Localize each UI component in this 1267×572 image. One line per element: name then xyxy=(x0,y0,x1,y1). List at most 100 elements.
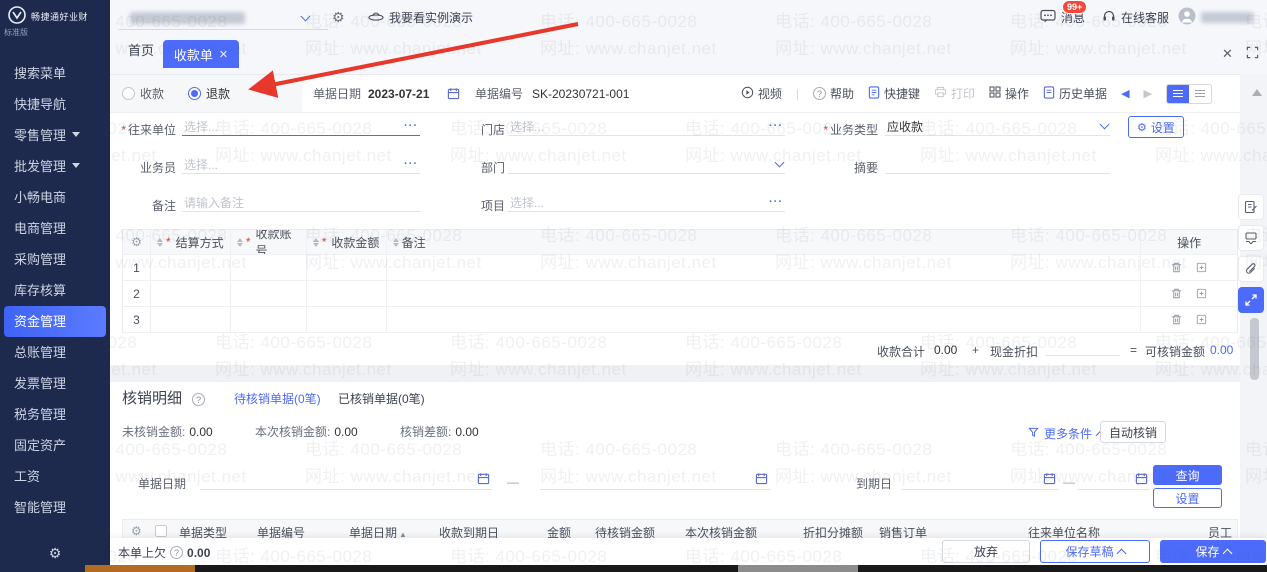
summary-field[interactable] xyxy=(885,155,1110,174)
chevron-down-icon[interactable] xyxy=(774,157,785,168)
history-button[interactable]: 历史单据 xyxy=(1043,85,1107,102)
sort-icon[interactable] xyxy=(392,237,399,247)
tab-home[interactable]: 首页 xyxy=(128,34,154,68)
calendar-icon[interactable] xyxy=(755,472,768,488)
partner-field[interactable]: 选择... ··· xyxy=(182,117,420,136)
cell[interactable] xyxy=(387,255,1142,280)
due-to-field[interactable] xyxy=(1078,471,1150,490)
sidebar-item-xiaochang-ecom[interactable]: 小畅电商 xyxy=(0,182,110,213)
more-icon[interactable]: ··· xyxy=(769,196,783,208)
calendar-icon[interactable] xyxy=(477,472,490,488)
doc-edit-icon[interactable] xyxy=(1238,194,1264,220)
store-field[interactable]: 选择... ··· xyxy=(508,117,785,136)
table-row[interactable]: 3 xyxy=(123,307,1237,333)
messages-button[interactable]: 99+ 消息 xyxy=(1040,0,1088,34)
copy-row-icon[interactable] xyxy=(1195,261,1208,274)
filter-settings-button[interactable]: 设置 xyxy=(1153,488,1222,508)
col-amount[interactable]: 金额 xyxy=(547,524,571,538)
due-from-field[interactable] xyxy=(902,471,1058,490)
radio-off-icon[interactable] xyxy=(122,87,135,100)
question-circle-icon[interactable]: ? xyxy=(192,393,206,406)
more-conditions-toggle[interactable]: 更多条件 xyxy=(1028,425,1106,442)
chevron-down-icon[interactable] xyxy=(300,11,311,22)
radio-refund[interactable]: 退款 xyxy=(188,75,230,112)
col-due-date[interactable]: 收款到期日 xyxy=(439,524,499,538)
fullscreen-icon[interactable] xyxy=(1246,46,1259,61)
col-current-amount[interactable]: 本次核销金额 xyxy=(685,524,757,538)
card-view-icon[interactable] xyxy=(1189,85,1211,103)
list-view-icon[interactable] xyxy=(1167,84,1189,103)
dept-select[interactable] xyxy=(508,155,785,174)
chevron-down-icon[interactable] xyxy=(1099,119,1110,130)
table-row[interactable]: 2 xyxy=(123,281,1237,307)
cell[interactable] xyxy=(307,281,387,306)
biztype-select[interactable]: 应收款 xyxy=(885,117,1110,136)
column-settings-gear-icon[interactable]: ⚙ xyxy=(131,524,142,538)
sort-icon[interactable] xyxy=(236,237,243,247)
tab-pending-writeoff[interactable]: 待核销单据(0笔) xyxy=(234,390,321,407)
trash-icon[interactable] xyxy=(1170,287,1183,300)
video-button[interactable]: 视频 xyxy=(741,85,782,102)
help-button[interactable]: ? 帮助 xyxy=(812,85,854,102)
hotkey-button[interactable]: 快捷键 xyxy=(868,85,920,102)
select-all-checkbox[interactable] xyxy=(155,525,167,537)
sidebar-item-retail-mgmt[interactable]: 零售管理 xyxy=(0,120,110,151)
sort-icon[interactable] xyxy=(312,237,319,247)
doc-date-value[interactable]: 2023-07-21 xyxy=(368,75,429,112)
cell[interactable] xyxy=(387,307,1142,332)
project-field[interactable]: 选择... ··· xyxy=(508,193,785,212)
copy-row-icon[interactable] xyxy=(1195,313,1208,326)
sidebar-settings-gear-icon[interactable]: ⚙ xyxy=(0,545,110,562)
online-service-button[interactable]: 在线客服 xyxy=(1102,0,1169,34)
cell[interactable] xyxy=(231,307,307,332)
question-circle-icon[interactable]: ? xyxy=(170,546,184,559)
sidebar-item-fixed-assets[interactable]: 固定资产 xyxy=(0,430,110,461)
column-settings-gear-icon[interactable]: ⚙ xyxy=(123,230,151,254)
cell[interactable] xyxy=(231,281,307,306)
tab-done-writeoff[interactable]: 已核销单据(0笔) xyxy=(338,390,425,407)
cell[interactable] xyxy=(151,281,231,306)
settings-button[interactable]: ⚙ 设置 xyxy=(1128,116,1184,138)
cell[interactable] xyxy=(307,307,387,332)
table-row[interactable]: 1 xyxy=(123,255,1237,281)
copy-row-icon[interactable] xyxy=(1195,287,1208,300)
radio-on-icon[interactable] xyxy=(188,87,201,100)
col-doc-type[interactable]: 单据类型 xyxy=(179,524,227,538)
sidebar-item-purchase-mgmt[interactable]: 采购管理 xyxy=(0,244,110,275)
close-tab-icon[interactable]: ✕ xyxy=(219,48,228,61)
cell[interactable] xyxy=(151,255,231,280)
sidebar-item-wholesale-mgmt[interactable]: 批发管理 xyxy=(0,151,110,182)
cell[interactable] xyxy=(307,255,387,280)
trash-icon[interactable] xyxy=(1170,313,1183,326)
more-icon[interactable]: ··· xyxy=(404,120,418,132)
sidebar-item-ledger-mgmt[interactable]: 总账管理 xyxy=(0,337,110,368)
abandon-button[interactable]: 放弃 xyxy=(942,540,1030,563)
print-button[interactable]: 打印 xyxy=(934,85,975,102)
discount-field[interactable] xyxy=(1045,337,1120,356)
more-icon[interactable]: ··· xyxy=(404,158,418,170)
next-arrow-icon[interactable]: ▶ xyxy=(1144,87,1152,100)
sidebar-item-tax-mgmt[interactable]: 税务管理 xyxy=(0,399,110,430)
date-from-field[interactable] xyxy=(200,471,492,490)
radio-receipt[interactable]: 收款 xyxy=(122,75,164,112)
date-to-field[interactable] xyxy=(540,471,770,490)
user-account[interactable] xyxy=(1178,0,1253,34)
col-sales-order[interactable]: 销售订单 xyxy=(879,524,927,538)
auto-writeoff-button[interactable]: 自动核销 xyxy=(1100,421,1166,443)
col-partner-name[interactable]: 往来单位名称 xyxy=(1028,524,1100,538)
demo-link[interactable]: 我要看实例演示 xyxy=(368,0,473,34)
col-discount-share[interactable]: 折扣分摊额 xyxy=(803,524,863,538)
cell[interactable] xyxy=(151,307,231,332)
sidebar-item-quick-nav[interactable]: 快捷导航 xyxy=(0,89,110,120)
sidebar-item-invoice-mgmt[interactable]: 发票管理 xyxy=(0,368,110,399)
action-button[interactable]: 操作 xyxy=(989,85,1029,102)
col-doc-date[interactable]: 单据日期 ▲ xyxy=(349,524,407,538)
gear-icon[interactable]: ⚙ xyxy=(332,10,345,24)
print-tray-icon[interactable] xyxy=(1238,225,1264,251)
remark-field[interactable]: 请输入备注 xyxy=(182,193,420,212)
query-button[interactable]: 查询 xyxy=(1153,465,1222,485)
save-draft-button[interactable]: 保存草稿 xyxy=(1040,540,1150,563)
close-icon[interactable]: ✕ xyxy=(1222,47,1233,60)
scrollbar[interactable] xyxy=(1250,318,1259,380)
sort-icon[interactable] xyxy=(156,237,163,247)
